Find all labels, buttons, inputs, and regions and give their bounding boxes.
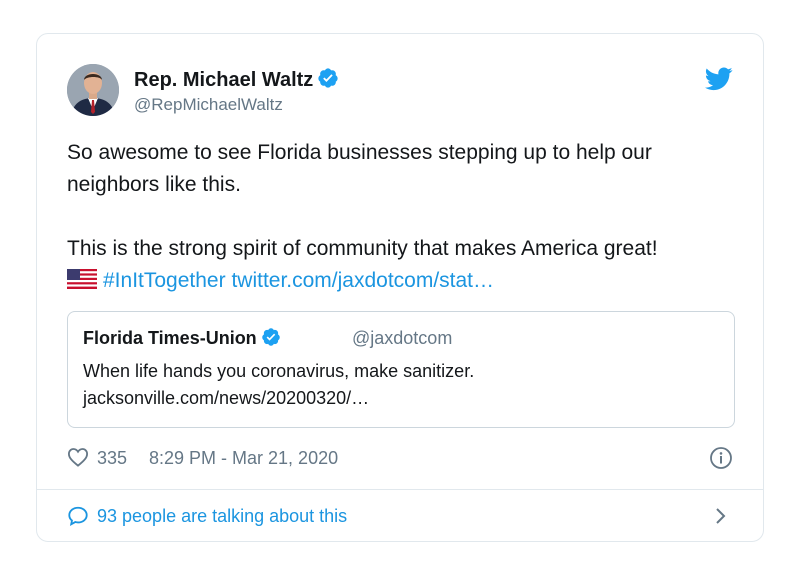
tweet-line-3: #InItTogether twitter.com/jaxdotcom/stat…	[67, 265, 737, 299]
heart-icon[interactable]	[67, 447, 89, 473]
author-name-text: Rep. Michael Waltz	[134, 69, 314, 91]
tweet-header: Rep. Michael Waltz @RepMichaelWaltz	[37, 34, 763, 134]
avatar[interactable]	[67, 64, 119, 116]
conversation-link[interactable]: 93 people are talking about this	[37, 490, 763, 541]
quoted-author-name[interactable]: Florida Times-Union	[83, 327, 281, 352]
verified-badge-icon	[317, 67, 339, 95]
quoted-author-handle[interactable]: @jaxdotcom	[352, 327, 452, 349]
hashtag-link[interactable]: #InItTogether	[103, 269, 226, 292]
tweet-line-1: So awesome to see Florida businesses ste…	[67, 141, 652, 196]
like-count: 335	[97, 448, 128, 468]
info-icon[interactable]	[709, 446, 733, 475]
author-handle[interactable]: @RepMichaelWaltz	[134, 94, 283, 116]
tweet-embed-card: Rep. Michael Waltz @RepMichaelWaltz So a…	[36, 33, 764, 542]
tweet-timestamp[interactable]: 8:29 PM - Mar 21, 2020	[149, 446, 338, 470]
quoted-author-name-text: Florida Times-Union	[83, 328, 257, 348]
us-flag-icon	[67, 267, 97, 299]
quoted-tweet-link[interactable]: twitter.com/jaxdotcom/stat…	[231, 269, 494, 292]
tweet-line-2: This is the strong spirit of community t…	[67, 237, 658, 260]
verified-badge-icon	[261, 327, 281, 352]
people-talking-label: 93 people are talking about this	[97, 506, 348, 526]
chevron-right-icon	[713, 507, 727, 530]
twitter-bird-icon[interactable]	[704, 67, 733, 96]
quoted-tweet-card[interactable]: Florida Times-Union @jaxdotcom When life…	[67, 311, 735, 428]
quoted-tweet-text: When life hands you coronavirus, make sa…	[83, 361, 475, 381]
author-name[interactable]: Rep. Michael Waltz	[134, 67, 339, 95]
quoted-tweet-url[interactable]: jacksonville.com/news/20200320/…	[83, 385, 369, 411]
tweet-text: So awesome to see Florida businesses ste…	[67, 137, 737, 299]
speech-bubble-icon	[67, 505, 89, 532]
